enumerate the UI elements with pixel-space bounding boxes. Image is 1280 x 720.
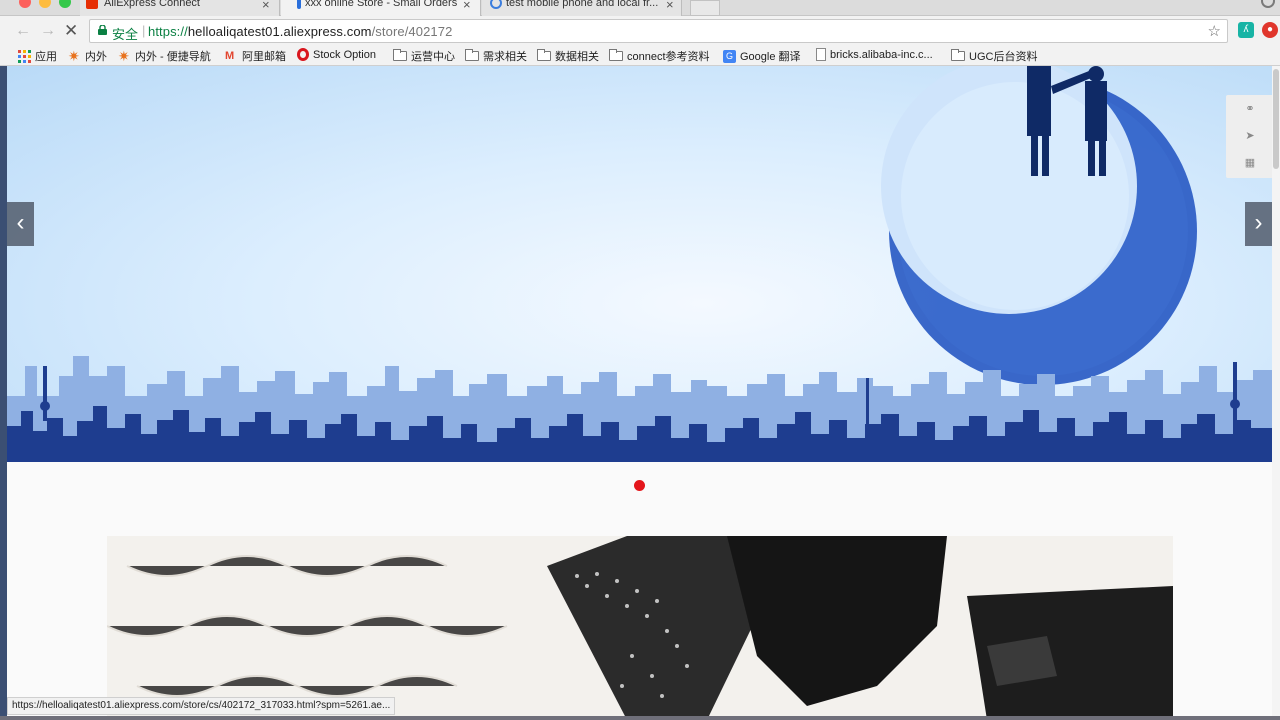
bookmark-stock-option[interactable]: Stock Option [297, 48, 376, 61]
bookmark-label: 需求相关 [483, 51, 527, 63]
dock-edge [0, 716, 1280, 720]
chevron-left-icon: ‹ [16, 209, 25, 236]
banner-next-button[interactable]: › [1245, 202, 1272, 246]
aliexpress-favicon-icon [86, 0, 98, 9]
bookmark-label: Google 翻译 [740, 51, 801, 63]
url-scheme: https:// [148, 24, 188, 39]
banner-active-slide-dot[interactable] [634, 480, 645, 491]
bookmark-ali-mail[interactable]: M 阿里邮箱 [225, 48, 286, 64]
floating-side-toolbar: ⚭ ➤ ▦ [1226, 95, 1272, 178]
tab-title: xxx online Store - Small Orders [305, 0, 458, 9]
store-banner-slider[interactable]: ‹ › ⚭ ➤ ▦ [7, 66, 1272, 462]
bookmark-folder-requirements[interactable]: 需求相关 [465, 48, 527, 64]
forward-arrow-icon[interactable]: → [40, 22, 56, 40]
extension-icon[interactable]: ʎ [1238, 22, 1254, 38]
google-translate-icon: G [723, 49, 736, 63]
minimize-window-button[interactable] [39, 0, 51, 8]
bookmark-folder-ugc[interactable]: UGC后台资料 [951, 48, 1037, 64]
bookmark-label: Stock Option [313, 48, 376, 61]
tab-aliexpress-connect[interactable]: AliExpress Connect × [80, 0, 280, 16]
bookmark-neiwai-nav[interactable]: ✷ 内外 - 便捷导航 [118, 48, 211, 64]
star-logo-icon: ✷ [68, 47, 80, 64]
bookmark-label: 数据相关 [555, 51, 599, 63]
bookmark-folder-data[interactable]: 数据相关 [537, 48, 599, 64]
scrollbar-thumb[interactable] [1273, 69, 1279, 169]
bookmark-label: 应用 [35, 51, 57, 63]
loading-spinner-icon [490, 0, 502, 9]
bookmark-label: connect参考资料 [627, 51, 710, 63]
folder-icon [537, 49, 551, 61]
share-icon[interactable]: ⚭ [1243, 102, 1257, 116]
tab-title: AliExpress Connect [104, 0, 200, 9]
close-window-button[interactable] [19, 0, 31, 8]
bookmark-apps[interactable]: 应用 [18, 48, 57, 64]
star-logo-icon: ✷ [118, 47, 130, 64]
tab-xxx-online-store[interactable]: xxx online Store - Small Orders × [281, 0, 481, 16]
link-status-bubble: https://helloaliqatest01.aliexpress.com/… [7, 697, 396, 715]
folder-icon [609, 49, 623, 61]
city-moon-illustration [7, 66, 1272, 462]
bookmarks-bar: 应用 ✷ 内外 ✷ 内外 - 便捷导航 M 阿里邮箱 Stock Option … [0, 46, 1280, 66]
bookmark-folder-connect[interactable]: connect参考资料 [609, 48, 710, 64]
opera-icon [297, 48, 309, 61]
url-host: helloaliqatest01.aliexpress.com [187, 24, 372, 39]
calendar-icon[interactable]: ▦ [1243, 156, 1257, 170]
loading-favicon-icon [297, 0, 301, 9]
page-viewport: ‹ › ⚭ ➤ ▦ https://helloaliqatest01.aliex… [0, 66, 1280, 720]
bookmark-label: 运营中心 [411, 51, 455, 63]
bookmark-label: bricks.alibaba-inc.c... [830, 48, 933, 61]
url-path: /store/402172 [371, 24, 453, 39]
folder-icon [393, 49, 407, 61]
url-text[interactable]: https://helloaliqatest01.aliexpress.com/… [148, 24, 452, 39]
desktop-edge [0, 66, 7, 720]
mail-logo-icon: M [225, 49, 235, 62]
zoom-window-button[interactable] [59, 0, 71, 8]
tab-title: test mobile phone and local fr... [506, 0, 659, 9]
bookmark-label: 内外 - 便捷导航 [135, 51, 211, 63]
banner-prev-button[interactable]: ‹ [7, 202, 34, 246]
bookmark-folder-ops[interactable]: 运营中心 [393, 48, 455, 64]
bookmark-star-icon[interactable]: ☆ [1208, 22, 1221, 40]
bookmark-label: 阿里邮箱 [242, 51, 286, 63]
address-separator: | [142, 23, 146, 38]
close-tab-icon[interactable]: × [666, 0, 674, 12]
tab-test-mobile-phone[interactable]: test mobile phone and local fr... × [482, 0, 682, 16]
bookmark-neiwai[interactable]: ✷ 内外 [68, 48, 107, 64]
bookmark-bricks[interactable]: bricks.alibaba-inc.c... [816, 48, 933, 61]
chevron-right-icon: › [1254, 209, 1263, 236]
close-tab-icon[interactable]: × [463, 0, 471, 12]
browser-toolbar: ← → ✕ 安全 | https://helloaliqatest01.alie… [0, 16, 1280, 46]
back-arrow-icon[interactable]: ← [15, 22, 31, 40]
bookmark-google-translate[interactable]: G Google 翻译 [723, 48, 801, 64]
address-bar[interactable]: 安全 | https://helloaliqatest01.aliexpress… [89, 19, 1228, 43]
bookmark-label: UGC后台资料 [969, 51, 1038, 63]
lock-icon [98, 25, 107, 35]
location-arrow-icon[interactable]: ➤ [1243, 129, 1257, 143]
folder-icon [465, 49, 479, 61]
secure-label: 安全 [112, 27, 139, 42]
bookmark-label: 内外 [85, 51, 107, 63]
extension-alert-icon[interactable]: ● [1262, 22, 1278, 38]
tab-strip: AliExpress Connect × xxx online Store - … [0, 0, 1280, 16]
new-tab-button[interactable] [690, 0, 720, 16]
product-photo[interactable] [107, 536, 1173, 720]
close-tab-icon[interactable]: × [262, 0, 270, 12]
apps-grid-icon [18, 49, 31, 63]
page-icon [816, 48, 826, 61]
folder-icon [951, 49, 965, 61]
page-scrollbar[interactable] [1272, 66, 1280, 720]
profile-icon[interactable] [1261, 0, 1275, 8]
stop-loading-icon[interactable]: ✕ [64, 21, 78, 41]
shoes-on-fur-image [107, 536, 1173, 720]
